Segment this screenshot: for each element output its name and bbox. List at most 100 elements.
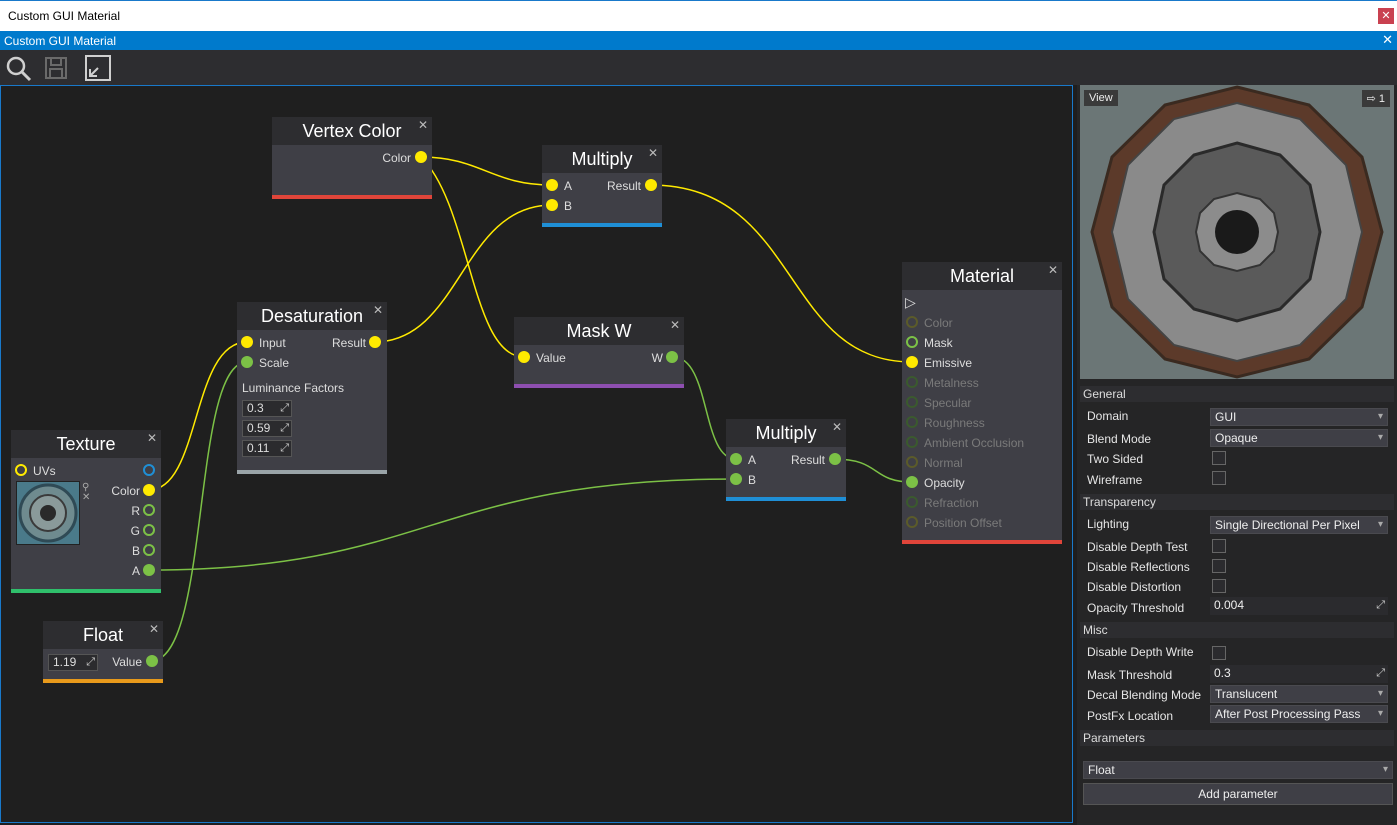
section-parameters[interactable]: Parameters [1080,730,1394,746]
node-vertex-color[interactable]: Vertex Color ✕ Color [272,117,432,199]
preview-image [1080,85,1394,379]
node-close-icon[interactable]: ✕ [832,420,842,434]
node-close-icon[interactable]: ✕ [648,146,658,160]
pin-label: Metalness [924,376,979,390]
chevron-down-icon: ▾ [1377,708,1383,719]
pin-label: Color [924,316,953,330]
input-pin-b[interactable] [730,473,742,485]
texture-thumbnail[interactable] [16,481,80,545]
output-pin-r[interactable] [143,504,155,516]
chevron-down-icon: ▾ [1377,688,1383,699]
pin-label: Emissive [924,356,973,370]
mask-threshold-field[interactable]: 0.3 ⤢ [1210,665,1388,683]
node-mask-w[interactable]: Mask W ✕ Value W [514,317,684,388]
output-pin[interactable] [369,336,381,348]
input-pin-roughness[interactable] [906,416,918,428]
fit-view-icon[interactable] [84,54,112,82]
input-pin-uvs[interactable] [15,464,27,476]
tab-close-icon[interactable]: ✕ [1382,32,1393,48]
node-title: Multiply [542,145,662,173]
input-pin-normal[interactable] [906,456,918,468]
section-transparency[interactable]: Transparency [1080,494,1394,510]
node-texture[interactable]: Texture ✕ UVs ⚲ ✕ Color R G B A [11,430,161,593]
input-pin-position-offset[interactable] [906,516,918,528]
search-icon[interactable] [4,54,32,82]
decal-blending-dropdown[interactable]: Translucent ▾ [1210,685,1388,703]
input-pin-value[interactable] [518,351,530,363]
node-close-icon[interactable]: ✕ [418,118,428,132]
disable-distortion-checkbox[interactable] [1212,579,1226,593]
lum-g-field[interactable]: 0.59 ⤢ [242,420,292,437]
section-general[interactable]: General [1080,386,1394,402]
input-pin-mask[interactable] [906,336,918,348]
preview-count[interactable]: ⇨ 1 [1361,90,1390,107]
save-icon[interactable] [42,54,70,82]
flow-input-icon[interactable]: ▷ [905,294,916,311]
input-pin-specular[interactable] [906,396,918,408]
output-pin[interactable] [829,453,841,465]
pin-label: Result [606,179,641,193]
node-close-icon[interactable]: ✕ [147,431,157,445]
lum-r-field[interactable]: 0.3 ⤢ [242,400,292,417]
output-pin-b[interactable] [143,544,155,556]
node-material[interactable]: Material ✕ ▷ Color Mask Emissive Metalne… [902,262,1062,544]
node-title: Texture [11,430,161,458]
output-pin[interactable] [415,151,427,163]
pin-label: Specular [924,396,972,410]
input-pin-metalness[interactable] [906,376,918,388]
input-pin-scale[interactable] [241,356,253,368]
input-pin-a[interactable] [730,453,742,465]
disable-depth-write-checkbox[interactable] [1212,646,1226,660]
input-pin-b[interactable] [546,199,558,211]
node-title: Mask W [514,317,684,345]
parameter-type-dropdown[interactable]: Float ▾ [1083,761,1393,779]
input-pin-input[interactable] [241,336,253,348]
two-sided-checkbox[interactable] [1212,451,1226,465]
node-close-icon[interactable]: ✕ [373,303,383,317]
pin-label: UVs [33,464,56,478]
postfx-location-label: PostFx Location [1087,709,1174,723]
input-pin-refraction[interactable] [906,496,918,508]
node-multiply-2[interactable]: Multiply ✕ A B Result [726,419,846,501]
domain-dropdown[interactable]: GUI ▾ [1210,408,1388,426]
node-close-icon[interactable]: ✕ [670,318,680,332]
output-pin-g[interactable] [143,524,155,536]
output-pin-texture[interactable] [143,464,155,476]
close-icon[interactable]: ✕ [1378,8,1394,24]
opacity-threshold-field[interactable]: 0.004 ⤢ [1210,597,1388,615]
output-pin-color[interactable] [143,484,155,496]
tab-custom-gui-material[interactable]: Custom GUI Material [4,34,116,48]
graph-canvas[interactable]: Vertex Color ✕ Color Multiply ✕ A B Resu… [0,85,1073,823]
input-pin-ao[interactable] [906,436,918,448]
view-button[interactable]: View [1084,90,1118,106]
postfx-location-dropdown[interactable]: After Post Processing Pass ▾ [1210,705,1388,723]
node-multiply-1[interactable]: Multiply ✕ A B Result [542,145,662,227]
input-pin-color[interactable] [906,316,918,328]
output-pin-a[interactable] [143,564,155,576]
pin-label: A [748,453,757,467]
add-parameter-button[interactable]: Add parameter [1083,783,1393,805]
chevron-down-icon: ▾ [1377,432,1383,443]
blend-mode-dropdown[interactable]: Opaque ▾ [1210,429,1388,447]
float-value-field[interactable]: 1.19 ⤢ [48,654,98,671]
node-close-icon[interactable]: ✕ [1048,263,1058,277]
node-desaturation[interactable]: Desaturation ✕ Input Scale Result Lumina… [237,302,387,474]
lum-b-field[interactable]: 0.11 ⤢ [242,440,292,457]
output-pin[interactable] [666,351,678,363]
pin-label: Opacity [924,476,965,490]
material-preview[interactable]: View ⇨ 1 [1080,85,1394,379]
input-pin-emissive[interactable] [906,356,918,368]
output-pin[interactable] [146,655,158,667]
node-float[interactable]: Float ✕ 1.19 ⤢ Value [43,621,163,683]
output-pin[interactable] [645,179,657,191]
disable-depth-test-checkbox[interactable] [1212,539,1226,553]
input-pin-a[interactable] [546,179,558,191]
wireframe-checkbox[interactable] [1212,471,1226,485]
input-pin-opacity[interactable] [906,476,918,488]
section-misc[interactable]: Misc [1080,622,1394,638]
disable-reflections-label: Disable Reflections [1087,560,1190,574]
disable-reflections-checkbox[interactable] [1212,559,1226,573]
node-close-icon[interactable]: ✕ [149,622,159,636]
clear-icon[interactable]: ✕ [82,492,90,503]
lighting-dropdown[interactable]: Single Directional Per Pixel ▾ [1210,516,1388,534]
